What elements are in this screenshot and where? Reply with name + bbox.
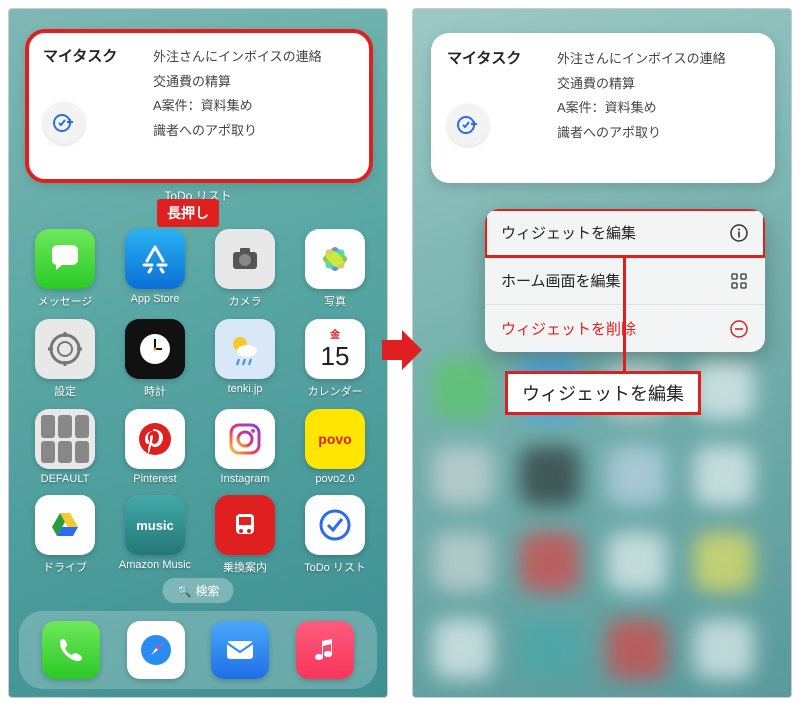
- app-transfer[interactable]: 乗換案内: [203, 495, 287, 575]
- callout-label: ウィジェットを編集: [505, 371, 701, 415]
- todo-widget[interactable]: マイタスク 外注さんにインボイスの連絡 交通費の精算 A案件：資料集め 識者への…: [431, 33, 775, 183]
- app-photos[interactable]: 写真: [293, 229, 377, 309]
- minus-circle-icon: [729, 319, 749, 339]
- app-calendar[interactable]: 金15カレンダー: [293, 319, 377, 399]
- add-task-icon[interactable]: [447, 104, 489, 146]
- app-todo[interactable]: ToDo リスト: [293, 495, 377, 575]
- app-camera[interactable]: カメラ: [203, 229, 287, 309]
- task-item: 外注さんにインボイスの連絡: [153, 45, 355, 70]
- apps-icon: [729, 271, 749, 291]
- app-amazon-music[interactable]: musicAmazon Music: [113, 495, 197, 575]
- right-phone-screen: マイタスク 外注さんにインボイスの連絡 交通費の精算 A案件：資料集め 識者への…: [412, 8, 792, 698]
- task-item: 交通費の精算: [153, 70, 355, 95]
- app-clock[interactable]: 時計: [113, 319, 197, 399]
- app-messages[interactable]: メッセージ: [23, 229, 107, 309]
- app-appstore[interactable]: App Store: [113, 229, 197, 309]
- app-tenki[interactable]: tenki.jp: [203, 319, 287, 399]
- task-item: A案件：資料集め: [153, 94, 355, 119]
- task-item: 交通費の精算: [557, 72, 759, 97]
- app-pinterest[interactable]: Pinterest: [113, 409, 197, 485]
- long-press-annotation: 長押し: [157, 199, 219, 227]
- left-phone-screen: マイタスク 外注さんにインボイスの連絡 交通費の精算 A案件：資料集め 識者への…: [8, 8, 388, 698]
- app-instagram[interactable]: Instagram: [203, 409, 287, 485]
- widget-title: マイタスク: [43, 45, 139, 66]
- dock-phone[interactable]: [42, 621, 100, 679]
- dock-safari[interactable]: [127, 621, 185, 679]
- dock-music[interactable]: [296, 621, 354, 679]
- dock-mail[interactable]: [211, 621, 269, 679]
- widget-title: マイタスク: [447, 47, 543, 68]
- task-item: 識者へのアポ取り: [557, 121, 759, 146]
- todo-widget[interactable]: マイタスク 外注さんにインボイスの連絡 交通費の精算 A案件：資料集め 識者への…: [27, 31, 371, 181]
- menu-edit-widget[interactable]: ウィジェットを編集: [485, 209, 765, 257]
- dock: [19, 611, 377, 689]
- task-item: 識者へのアポ取り: [153, 119, 355, 144]
- task-item: 外注さんにインボイスの連絡: [557, 47, 759, 72]
- home-app-grid: メッセージ App Store カメラ 写真 設定 時計 tenki.jp 金1…: [23, 229, 375, 575]
- task-item: A案件：資料集め: [557, 96, 759, 121]
- app-drive[interactable]: ドライブ: [23, 495, 107, 575]
- search-pill[interactable]: 🔍検索: [163, 578, 234, 603]
- widget-task-list: 外注さんにインボイスの連絡 交通費の精算 A案件：資料集め 識者へのアポ取り: [153, 45, 355, 144]
- app-povo[interactable]: povopovo2.0: [293, 409, 377, 485]
- callout-line: [623, 255, 626, 375]
- app-default-folder[interactable]: DEFAULT: [23, 409, 107, 485]
- widget-task-list: 外注さんにインボイスの連絡 交通費の精算 A案件：資料集め 識者へのアポ取り: [557, 47, 759, 146]
- arrow-icon: [382, 325, 422, 375]
- app-settings[interactable]: 設定: [23, 319, 107, 399]
- info-icon: [729, 223, 749, 243]
- add-task-icon[interactable]: [43, 102, 85, 144]
